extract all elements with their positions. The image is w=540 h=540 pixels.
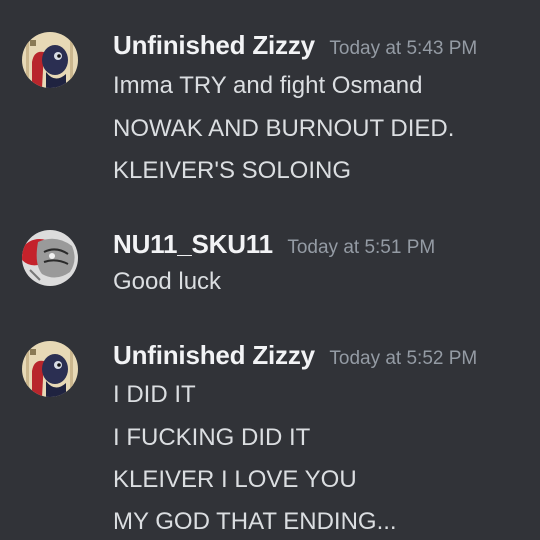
message-line: I FUCKING DID IT: [113, 424, 311, 451]
message-group: Unfinished Zizzy Today at 5:52 PM I DID …: [0, 0, 540, 540]
message-line: I DID IT: [113, 381, 196, 408]
username[interactable]: Unfinished Zizzy: [113, 340, 315, 370]
message-line: MY GOD THAT ENDING...: [113, 508, 397, 535]
zizzy-avatar-icon[interactable]: [22, 341, 78, 397]
timestamp[interactable]: Today at 5:52 PM: [329, 348, 477, 369]
message-line: KLEIVER I LOVE YOU: [113, 466, 357, 493]
chat-message-list: Unfinished Zizzy Today at 5:43 PM Imma T…: [0, 0, 540, 540]
